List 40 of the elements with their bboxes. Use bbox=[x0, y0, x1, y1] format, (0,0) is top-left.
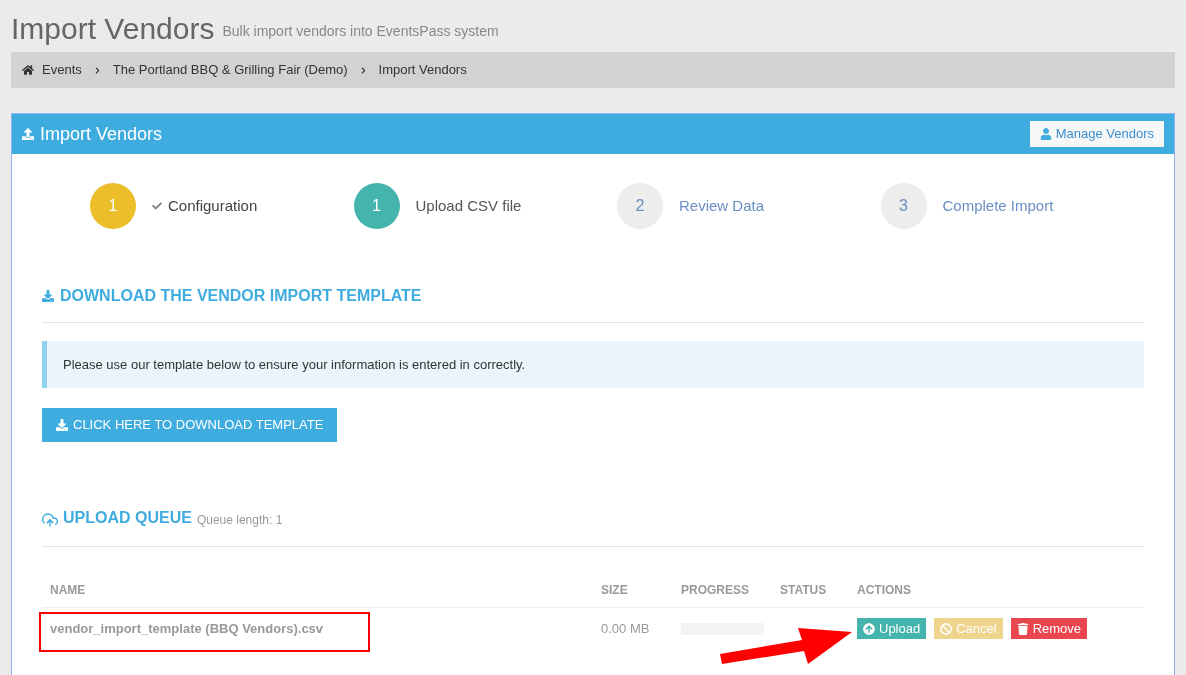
step-number: 1 bbox=[90, 183, 136, 229]
section-heading: DOWNLOAD THE VENDOR IMPORT TEMPLATE bbox=[60, 286, 422, 306]
upload-button[interactable]: Upload bbox=[857, 618, 927, 639]
step-number: 3 bbox=[880, 183, 927, 229]
panel-title: Import Vendors bbox=[40, 122, 163, 146]
page-title: Import Vendors bbox=[11, 14, 215, 44]
check-icon bbox=[152, 201, 162, 211]
upload-icon bbox=[22, 128, 34, 140]
step-number: 2 bbox=[617, 183, 663, 229]
file-size: 0.00 MB bbox=[601, 619, 651, 638]
step-label: Upload CSV file bbox=[415, 195, 522, 216]
info-message: Please use our template below to ensure your information is entered in correctly. bbox=[42, 341, 1144, 388]
step-label: Review Data bbox=[679, 195, 765, 216]
breadcrumb-link[interactable]: Events bbox=[42, 60, 82, 80]
section-heading: UPLOAD QUEUE bbox=[63, 508, 192, 528]
breadcrumb-link[interactable]: The Portland BBQ & Grilling Fair (Demo) bbox=[112, 60, 348, 80]
manage-vendors-button[interactable]: Manage Vendors bbox=[1029, 121, 1164, 147]
user-icon bbox=[1039, 128, 1052, 140]
chevron-icon bbox=[93, 66, 101, 74]
download-template-button[interactable]: CLICK HERE TO DOWNLOAD TEMPLATE bbox=[42, 408, 338, 442]
file-name: vendor_import_template (BBQ Vendors).csv bbox=[50, 620, 324, 636]
download-icon bbox=[42, 290, 54, 302]
column-header: STATUS bbox=[780, 582, 828, 599]
cloud-upload-icon bbox=[42, 512, 58, 528]
column-header: PROGRESS bbox=[681, 582, 750, 599]
column-header: NAME bbox=[50, 582, 87, 599]
home-icon bbox=[22, 64, 34, 76]
column-header: SIZE bbox=[601, 582, 629, 599]
download-icon bbox=[56, 419, 68, 431]
step-label: Complete Import bbox=[942, 195, 1054, 216]
remove-button[interactable]: Remove bbox=[1010, 618, 1088, 639]
step-number: 1 bbox=[353, 183, 400, 229]
step-label: Configuration bbox=[168, 195, 258, 216]
column-header: ACTIONS bbox=[857, 582, 912, 599]
chevron-icon bbox=[359, 66, 367, 74]
breadcrumb-link[interactable]: Import Vendors bbox=[378, 60, 467, 80]
queue-length: Queue length: 1 bbox=[196, 512, 283, 529]
page-subtitle: Bulk import vendors into EventsPass system bbox=[222, 22, 499, 41]
trash-icon bbox=[1016, 622, 1029, 635]
ban-icon bbox=[940, 622, 953, 635]
